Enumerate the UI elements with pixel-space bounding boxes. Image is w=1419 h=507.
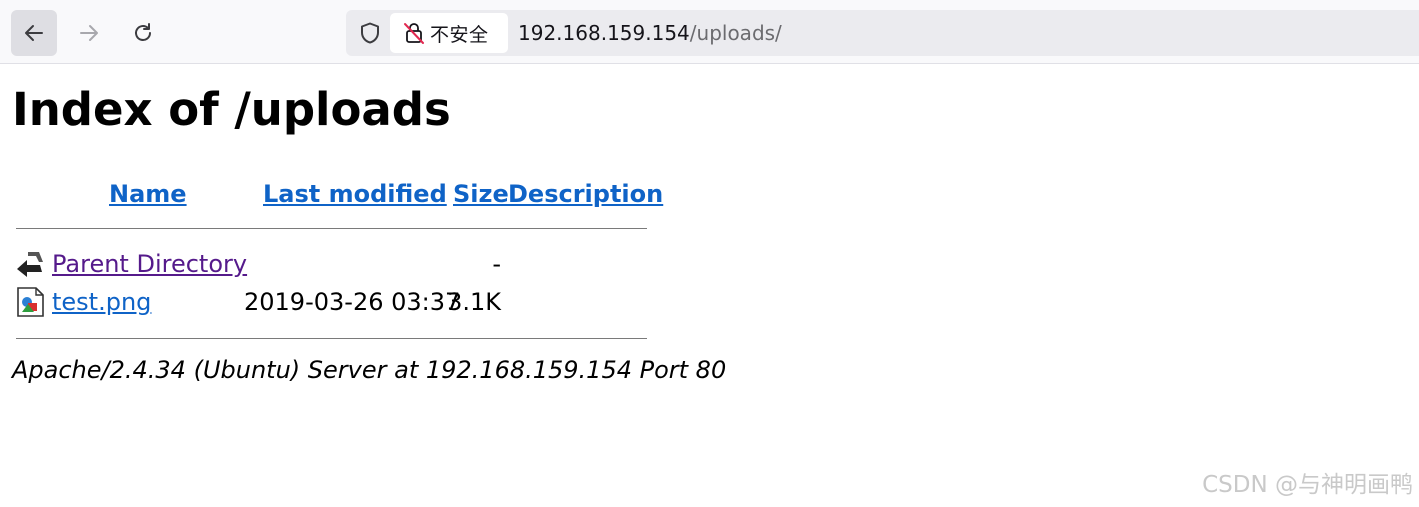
url-path: /uploads/ [689, 21, 782, 45]
url-text[interactable]: 192.168.159.154/uploads/ [518, 20, 782, 46]
page-title: Index of /uploads [12, 83, 451, 136]
shield-icon[interactable] [358, 21, 382, 45]
address-bar[interactable]: 不安全 192.168.159.154/uploads/ [346, 10, 1419, 56]
footer-divider [16, 338, 647, 339]
column-header-description[interactable]: Description [508, 180, 663, 208]
browser-toolbar: 不安全 192.168.159.154/uploads/ [0, 0, 1419, 64]
row-size: - [492, 250, 501, 278]
forward-arrow-icon [80, 25, 98, 41]
security-indicator[interactable]: 不安全 [390, 13, 508, 53]
back-arrow-icon [25, 25, 43, 41]
back-arrow-icon [17, 252, 43, 277]
row-name-link-parent-directory[interactable]: Parent Directory [52, 250, 247, 278]
column-header-name[interactable]: Name [109, 180, 187, 208]
page-content: Index of /uploads Name Last modified Siz… [0, 64, 1419, 507]
row-size: 3.1K [447, 288, 501, 316]
forward-button[interactable] [66, 10, 112, 56]
watermark: CSDN @与神明画鸭 [1202, 472, 1413, 498]
server-signature: Apache/2.4.34 (Ubuntu) Server at 192.168… [12, 356, 727, 384]
row-last-modified: 2019-03-26 03:37 [244, 288, 461, 316]
image-file-icon [17, 287, 44, 317]
row-name-link-test-png[interactable]: test.png [52, 288, 151, 316]
reload-button[interactable] [120, 10, 166, 56]
insecure-lock-icon [404, 23, 424, 44]
reload-icon [135, 23, 151, 41]
column-header-size[interactable]: Size [453, 180, 509, 208]
column-header-last-modified[interactable]: Last modified [263, 180, 447, 208]
url-host: 192.168.159.154 [518, 21, 690, 45]
header-divider [16, 228, 647, 229]
back-button[interactable] [11, 10, 57, 56]
security-label: 不安全 [430, 23, 489, 46]
